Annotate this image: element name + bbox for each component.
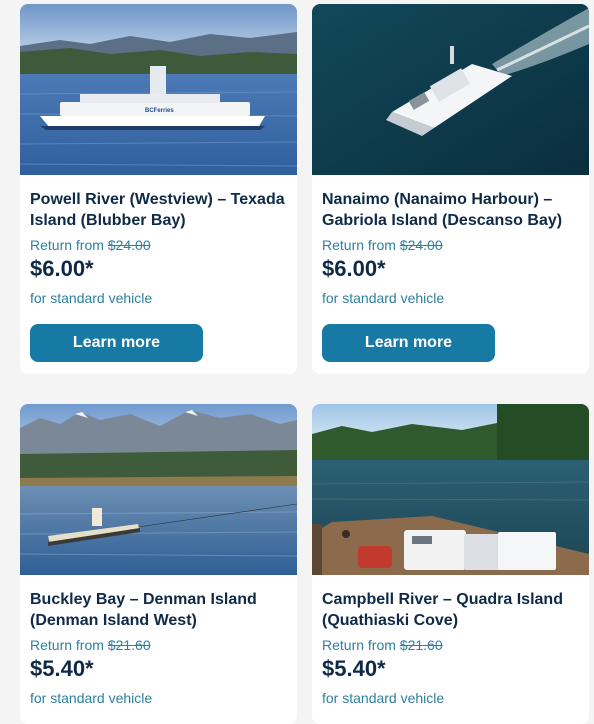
price-qualifier: for standard vehicle — [30, 690, 153, 706]
sale-price: $6.00* — [30, 256, 94, 281]
price-qualifier: for standard vehicle — [30, 290, 153, 306]
return-price-line: Return from $24.00 — [322, 237, 579, 254]
return-price-line: Return from $21.60 — [30, 637, 287, 654]
original-price: $24.00 — [107, 237, 151, 253]
route-title: Powell River (Westview) – Texada Island … — [30, 191, 285, 229]
learn-more-button[interactable]: Learn more — [322, 324, 495, 362]
sale-price: $5.40* — [322, 656, 386, 681]
route-card: Nanaimo (Nanaimo Harbour) – Gabriola Isl… — [312, 4, 589, 374]
return-price-line: Return from $21.60 — [322, 637, 579, 654]
return-prefix: Return from — [322, 637, 396, 653]
learn-more-button[interactable]: Learn more — [30, 324, 203, 362]
ferry-logo: BCFerries — [145, 108, 174, 114]
price-qualifier: for standard vehicle — [322, 290, 445, 306]
route-card: Campbell River – Quadra Island (Quathias… — [312, 404, 589, 724]
ferry-deck-vehicles-image — [312, 404, 589, 575]
ferry-aerial-image — [312, 4, 589, 175]
sale-price: $5.40* — [30, 656, 94, 681]
return-prefix: Return from — [30, 237, 104, 253]
return-prefix: Return from — [30, 637, 104, 653]
route-card: BCFerries Powell River (Westview) – Texa… — [20, 4, 297, 374]
sale-price: $6.00* — [322, 256, 386, 281]
price-qualifier: for standard vehicle — [322, 690, 445, 706]
cable-ferry-mountains-image — [20, 404, 297, 575]
route-card: Buckley Bay – Denman Island (Denman Isla… — [20, 404, 297, 724]
original-price: $21.60 — [107, 637, 151, 653]
route-title: Campbell River – Quadra Island (Quathias… — [322, 591, 563, 629]
ferry-on-lake-image: BCFerries — [20, 4, 297, 175]
original-price: $21.60 — [399, 637, 443, 653]
return-price-line: Return from $24.00 — [30, 237, 287, 254]
route-title: Nanaimo (Nanaimo Harbour) – Gabriola Isl… — [322, 191, 563, 229]
return-prefix: Return from — [322, 237, 396, 253]
route-title: Buckley Bay – Denman Island (Denman Isla… — [30, 591, 257, 629]
original-price: $24.00 — [399, 237, 443, 253]
